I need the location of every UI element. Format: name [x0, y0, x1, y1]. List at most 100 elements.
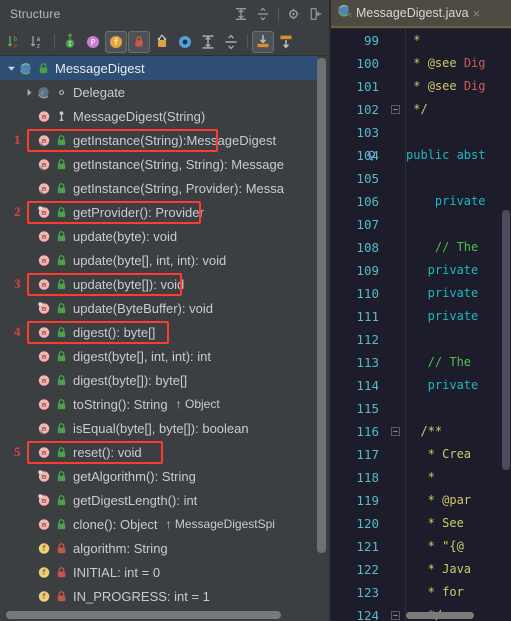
editor-fold-strip[interactable] [368, 29, 406, 621]
settings-gear-icon[interactable] [284, 4, 304, 24]
editor-code-line[interactable]: // The [406, 236, 511, 259]
editor-gutter[interactable]: 99 100 101 102 103 104 105 106 107 108 109 110 111 11… [331, 29, 387, 621]
code-token: private [406, 309, 479, 323]
scrollbar-thumb[interactable] [317, 58, 326, 553]
editor-code-line[interactable] [406, 328, 511, 351]
editor-code-line[interactable]: public abst [406, 144, 511, 167]
chevron-right-icon[interactable] [24, 87, 35, 98]
autoscroll-to-source-icon[interactable] [252, 30, 274, 53]
autoscroll-from-source-icon[interactable] [275, 31, 297, 53]
editor-code-line[interactable]: private [406, 374, 511, 397]
scrollbar-thumb[interactable] [406, 612, 474, 619]
editor-code-line[interactable]: * See [406, 512, 511, 535]
editor-code-line[interactable] [406, 397, 511, 420]
tree-row[interactable]: m digest(byte[], int, int): int [0, 344, 318, 368]
tree-row[interactable]: c Delegate [0, 80, 318, 104]
lock-green-badge [55, 422, 68, 435]
tree-row[interactable]: m toString(): String ↑ Object [0, 392, 318, 416]
code-token: * [406, 56, 428, 70]
tree-row[interactable]: f s INITIAL: int = 0 [0, 560, 318, 584]
tree-row[interactable]: m s isEqual(byte[], byte[]): boolean [0, 416, 318, 440]
scrollbar-thumb[interactable] [502, 210, 510, 470]
tree-row[interactable]: m clone(): Object ↑ MessageDigestSpi [0, 512, 318, 536]
tree-row[interactable]: m s getInstance(String, String): Message [0, 152, 318, 176]
editor-code-line[interactable]: * "{@ [406, 535, 511, 558]
editor-code-line[interactable]: * [406, 466, 511, 489]
code-token: // The [406, 240, 486, 254]
sort-alphabetically-icon[interactable]: a z [27, 31, 49, 53]
group-by-icon[interactable] [174, 31, 196, 53]
expand-all-icon[interactable] [231, 4, 251, 24]
tree-row[interactable]: m getDigestLength(): int [0, 488, 318, 512]
sort-by-visibility-icon[interactable]: b a [4, 31, 26, 53]
fold-marker[interactable] [387, 98, 405, 121]
tree-row[interactable]: m digest(): byte[] [0, 320, 318, 344]
editor-code-line[interactable]: * [406, 29, 511, 52]
svg-text:m: m [42, 255, 46, 264]
tree-row[interactable]: m digest(byte[]): byte[] [0, 368, 318, 392]
editor-code-line[interactable]: */ [406, 98, 511, 121]
chevron-down-icon[interactable] [6, 63, 17, 74]
fold-marker[interactable] [387, 420, 405, 443]
tree-row[interactable]: m getProvider(): Provider [0, 200, 318, 224]
tree-row[interactable]: m update(byte[]): void [0, 272, 318, 296]
editor-code-line[interactable]: * @see Dig [406, 75, 511, 98]
collapse-all-icon[interactable] [220, 31, 242, 53]
editor-vertical-scrollbar[interactable] [502, 30, 510, 605]
editor-line-number: 120 [356, 516, 379, 531]
editor-code-line[interactable]: private [406, 305, 511, 328]
tree-row[interactable]: m MessageDigest(String) [0, 104, 318, 128]
method-final-icon: m [37, 205, 52, 220]
show-non-public-icon[interactable] [128, 30, 150, 53]
editor-code-line[interactable] [406, 213, 511, 236]
collapse-all-icon[interactable] [253, 4, 273, 24]
editor-tab-messagedigest[interactable]: c MessageDigest.java × [331, 0, 511, 28]
tree-row[interactable]: m update(byte): void [0, 224, 318, 248]
structure-vertical-scrollbar[interactable] [317, 58, 326, 588]
editor-code-line[interactable]: * Java [406, 558, 511, 581]
tree-row-label: digest(byte[], int, int): int [73, 348, 212, 364]
structure-tree[interactable]: MessageDigest c Delegate m MessageDigest(Str… [0, 56, 318, 605]
editor-code-line[interactable]: private [406, 282, 511, 305]
editor-horizontal-scrollbar[interactable] [406, 610, 511, 621]
editor-code-area[interactable]: * * @see Dig * @see Dig */ public abst pr… [406, 29, 511, 621]
show-inherited-icon[interactable]: I [59, 31, 81, 53]
editor-code-line[interactable]: * @par [406, 489, 511, 512]
editor-code-line[interactable]: * Crea [406, 443, 511, 466]
editor-code-line[interactable]: private [406, 259, 511, 282]
tree-row-selected[interactable]: MessageDigest [0, 56, 318, 80]
tree-row[interactable]: m update(byte[], int, int): void [0, 248, 318, 272]
show-fields-icon[interactable]: f [105, 30, 127, 53]
editor-code-line[interactable]: * for [406, 581, 511, 604]
editor-code-line[interactable]: // The [406, 351, 511, 374]
close-icon[interactable]: × [473, 6, 481, 21]
structure-horizontal-scrollbar[interactable] [0, 608, 318, 621]
editor-code-line[interactable]: * @see Dig [406, 52, 511, 75]
annotation-number: 4 [14, 324, 21, 339]
show-anonymous-classes-icon[interactable] [151, 31, 173, 53]
editor-body[interactable]: 99 100 101 102 103 104 105 106 107 108 109 110 111 11… [331, 29, 511, 621]
editor-code-line[interactable]: private [406, 190, 511, 213]
tree-row[interactable]: m s getInstance(String): MessageDigest [0, 128, 318, 152]
tree-row[interactable]: m s getInstance(String, Provider): Messa [0, 176, 318, 200]
show-properties-icon[interactable]: P [82, 31, 104, 53]
tree-row-label: getProvider(): Provider [73, 204, 204, 220]
editor-line-number: 115 [356, 401, 379, 416]
tree-row[interactable]: m reset(): void [0, 440, 318, 464]
code-token: * [406, 33, 421, 47]
editor-code-line[interactable] [406, 167, 511, 190]
scrollbar-thumb[interactable] [6, 611, 281, 619]
tree-row[interactable]: m update(ByteBuffer): void [0, 296, 318, 320]
svg-text:m: m [42, 279, 46, 288]
tree-row[interactable]: f algorithm: String [0, 536, 318, 560]
hide-panel-icon[interactable] [306, 4, 326, 24]
fold-marker[interactable] [387, 604, 405, 621]
editor-code-line[interactable] [406, 121, 511, 144]
editor-code-line[interactable]: /** [406, 420, 511, 443]
expand-all-icon[interactable] [197, 31, 219, 53]
tree-row[interactable]: m getAlgorithm(): String [0, 464, 318, 488]
tree-row[interactable]: f s IN_PROGRESS: int = 1 [0, 584, 318, 605]
tree-row-label: algorithm: String [73, 540, 168, 556]
